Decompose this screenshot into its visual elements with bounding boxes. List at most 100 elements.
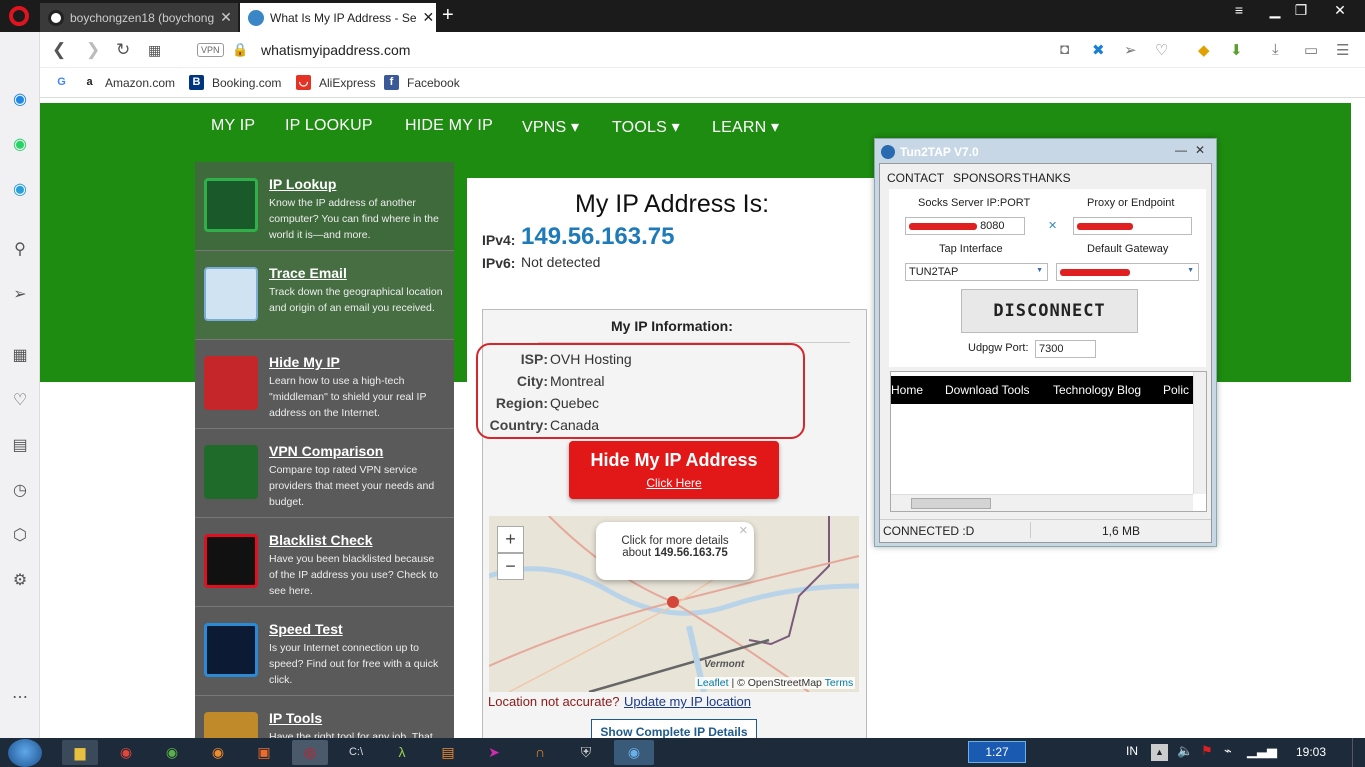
- app-taskbar-icon[interactable]: ▣: [246, 740, 282, 765]
- download-ext-icon[interactable]: ⬇: [1230, 41, 1243, 59]
- telegram-icon[interactable]: ◉: [8, 178, 32, 202]
- show-desktop-button[interactable]: [1352, 738, 1365, 767]
- link-download-tools[interactable]: Download Tools: [945, 376, 1030, 404]
- nav-hide-my-ip[interactable]: HIDE MY IP: [405, 117, 493, 135]
- sidebar-item-title[interactable]: IP Lookup: [269, 176, 336, 192]
- tun2tap-taskbar-icon[interactable]: ◉: [614, 740, 654, 765]
- dropdown-arrow-icon[interactable]: ▼: [1187, 267, 1194, 274]
- click-here-link[interactable]: Click Here: [569, 476, 779, 490]
- sidebar-item-title[interactable]: Hide My IP: [269, 354, 340, 370]
- menu-contact[interactable]: CONTACT: [887, 171, 944, 185]
- tap-interface-select[interactable]: TUN2TAP ▼: [905, 263, 1048, 281]
- facebook-bookmark[interactable]: f Facebook: [384, 75, 460, 90]
- menu-sponsors[interactable]: SPONSORS: [953, 171, 1021, 185]
- action-center-icon[interactable]: ⚑: [1201, 743, 1213, 759]
- power-icon[interactable]: ⌁: [1224, 743, 1232, 759]
- tab-menu-icon[interactable]: ≡: [1222, 0, 1256, 20]
- tab-github[interactable]: boychongzen18 (boychong ✕: [40, 3, 238, 32]
- sidebar-item-hide-my-ip[interactable]: Hide My IP Learn how to use a high-tech …: [195, 340, 454, 429]
- amazon-bookmark[interactable]: a Amazon.com: [82, 75, 175, 90]
- search-icon[interactable]: ⚲: [8, 238, 32, 262]
- lambda-taskbar-icon[interactable]: λ: [384, 740, 420, 765]
- nav-vpns[interactable]: VPNS ▾: [522, 117, 579, 137]
- network-signal-icon[interactable]: ▁▃▅: [1247, 743, 1277, 759]
- news-icon[interactable]: ▤: [8, 434, 32, 458]
- tun2tap-close-button[interactable]: ✕: [1195, 143, 1205, 157]
- share-icon[interactable]: ➢: [1124, 41, 1137, 59]
- dropdown-arrow-icon[interactable]: ▼: [1036, 267, 1043, 274]
- google-bookmark[interactable]: G: [54, 75, 77, 90]
- heart-icon[interactable]: ♡: [8, 389, 32, 413]
- close-tab-icon[interactable]: ✕: [214, 9, 232, 26]
- history-icon[interactable]: ◷: [8, 479, 32, 503]
- reload-icon[interactable]: ↻: [116, 40, 130, 60]
- start-button[interactable]: [8, 739, 42, 767]
- zoom-out-button[interactable]: −: [497, 553, 524, 580]
- send-icon[interactable]: ➢: [8, 283, 32, 307]
- speed-dial-icon[interactable]: ▦: [8, 344, 32, 368]
- bookmark-heart-icon[interactable]: ♡: [1155, 41, 1168, 59]
- gateway-select[interactable]: ▼: [1056, 263, 1199, 281]
- hide-my-ip-button[interactable]: Hide My IP Address Click Here: [569, 441, 779, 499]
- new-tab-button[interactable]: +: [442, 4, 454, 27]
- sidebar-item-blacklist-check[interactable]: Blacklist Check Have you been blackliste…: [195, 518, 454, 607]
- booking-bookmark[interactable]: B Booking.com: [189, 75, 281, 90]
- leaflet-link[interactable]: Leaflet: [697, 677, 729, 689]
- battery-icon[interactable]: ▭: [1304, 41, 1318, 59]
- sidebar-item-title[interactable]: Trace Email: [269, 265, 347, 281]
- maximize-button[interactable]: ❐: [1284, 0, 1318, 20]
- downloads-icon[interactable]: ⤓: [1272, 41, 1279, 58]
- sublime-taskbar-icon[interactable]: ▤: [430, 740, 466, 765]
- more-icon[interactable]: ⋯: [8, 686, 32, 710]
- location-map[interactable]: + − ✕ Click for more details about 149.5…: [489, 516, 859, 692]
- update-location-link[interactable]: Update my IP location: [624, 694, 751, 709]
- sidebar-item-ip-tools[interactable]: IP Tools Have the right tool for any job…: [195, 696, 454, 738]
- volume-icon[interactable]: 🔈: [1177, 743, 1193, 759]
- extension-cube-icon[interactable]: ◆: [1198, 41, 1210, 59]
- popup-close-icon[interactable]: ✕: [739, 524, 748, 537]
- chrome-taskbar-icon[interactable]: ◉: [108, 740, 144, 765]
- socks-server-input[interactable]: 8080: [905, 217, 1025, 235]
- messenger-icon[interactable]: ◉: [8, 88, 32, 112]
- udpgw-port-input[interactable]: 7300: [1035, 340, 1096, 358]
- language-indicator[interactable]: IN: [1126, 744, 1138, 758]
- shield-taskbar-icon[interactable]: ⛨: [568, 740, 604, 765]
- opera-taskbar-icon[interactable]: ◎: [292, 740, 328, 765]
- sidebar-item-trace-email[interactable]: Trace Email Track down the geographical …: [195, 251, 454, 340]
- headset-taskbar-icon[interactable]: ∩: [522, 740, 558, 765]
- taskbar-badge[interactable]: 1:27: [968, 741, 1026, 763]
- camera-icon[interactable]: ◘: [1060, 41, 1069, 58]
- show-hidden-icons[interactable]: ▲: [1151, 744, 1168, 761]
- menu-thanks[interactable]: THANKS: [1022, 171, 1071, 185]
- url-field[interactable]: whatismyipaddress.com: [261, 42, 410, 58]
- close-window-button[interactable]: ✕: [1320, 0, 1360, 20]
- sidebar-item-title[interactable]: Speed Test: [269, 621, 343, 637]
- whatsapp-icon[interactable]: ◉: [8, 133, 32, 157]
- embedded-hscroll[interactable]: [891, 494, 1193, 511]
- sidebar-item-vpn-comparison[interactable]: VPN Comparison Compare top rated VPN ser…: [195, 429, 454, 518]
- back-icon[interactable]: ❮: [52, 40, 66, 60]
- adblock-icon[interactable]: ✖: [1092, 41, 1105, 59]
- link-technology-blog[interactable]: Technology Blog: [1053, 376, 1141, 404]
- link-home[interactable]: Home: [891, 376, 923, 404]
- opera-menu-icon[interactable]: [9, 6, 29, 26]
- easy-setup-icon[interactable]: ☰: [1336, 41, 1349, 59]
- forward-icon[interactable]: ❯: [86, 40, 100, 60]
- cursor-taskbar-icon[interactable]: ➤: [476, 740, 512, 765]
- nav-my-ip[interactable]: MY IP: [211, 117, 255, 135]
- tun2tap-minimize-button[interactable]: —: [1175, 143, 1187, 157]
- nav-learn[interactable]: LEARN ▾: [712, 117, 779, 137]
- nav-ip-lookup[interactable]: IP LOOKUP: [285, 117, 373, 135]
- sidebar-item-title[interactable]: IP Tools: [269, 710, 322, 726]
- show-details-button[interactable]: Show Complete IP Details: [591, 719, 757, 738]
- tabs-grid-icon[interactable]: ▦: [148, 42, 161, 59]
- vpn-badge[interactable]: VPN: [197, 43, 224, 57]
- proxy-endpoint-input[interactable]: [1073, 217, 1192, 235]
- disconnect-button[interactable]: DISCONNECT: [961, 289, 1138, 333]
- close-tab-icon[interactable]: ✕: [417, 9, 435, 26]
- nav-tools[interactable]: TOOLS ▾: [612, 117, 680, 137]
- settings-icon[interactable]: ⚙: [8, 569, 32, 593]
- sidebar-item-ip-lookup[interactable]: IP Lookup Know the IP address of another…: [195, 162, 454, 251]
- clear-icon[interactable]: ✕: [1048, 219, 1057, 232]
- terms-link[interactable]: Terms: [825, 677, 854, 689]
